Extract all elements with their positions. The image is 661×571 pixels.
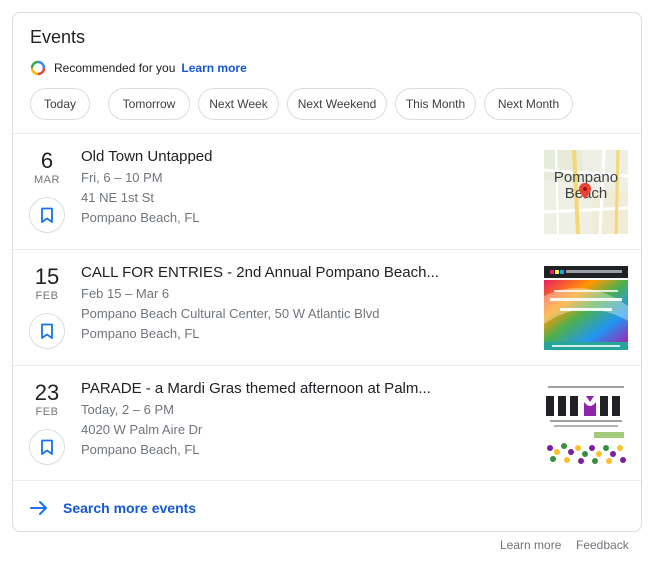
- event-month: FEB: [35, 406, 59, 418]
- event-item[interactable]: 15 FEB CALL FOR ENTRIES - 2nd Annual Pom…: [13, 250, 641, 365]
- event-address: Pompano Beach Cultural Center, 50 W Atla…: [81, 306, 380, 321]
- search-more-events-link[interactable]: Search more events: [29, 496, 196, 520]
- bookmark-icon: [41, 439, 53, 455]
- recommended-row: Recommended for you Learn more: [30, 59, 247, 77]
- event-map-thumbnail[interactable]: Pompano Beach: [544, 150, 628, 234]
- event-item[interactable]: 23 FEB PARADE - a Mardi Gras themed afte…: [13, 366, 641, 481]
- event-day: 6: [40, 148, 54, 173]
- event-address: 4020 W Palm Aire Dr: [81, 422, 203, 437]
- event-city: Pompano Beach, FL: [81, 210, 200, 225]
- footer-feedback-link[interactable]: Feedback: [576, 538, 629, 552]
- learn-more-link[interactable]: Learn more: [181, 61, 246, 75]
- map-image: Pompano Beach: [544, 150, 628, 234]
- event-poster-thumbnail[interactable]: [544, 266, 628, 350]
- event-month: FEB: [35, 290, 59, 302]
- bookmark-icon: [41, 207, 53, 223]
- poster-image: [544, 266, 628, 350]
- event-title[interactable]: CALL FOR ENTRIES - 2nd Annual Pompano Be…: [81, 264, 439, 281]
- card-title: Events: [30, 27, 86, 47]
- event-poster-thumbnail[interactable]: [544, 382, 628, 466]
- chip-next-week[interactable]: Next Week: [198, 88, 279, 120]
- chip-this-month[interactable]: This Month: [395, 88, 476, 120]
- chip-next-weekend[interactable]: Next Weekend: [287, 88, 387, 120]
- save-event-button[interactable]: [29, 313, 65, 349]
- chip-today[interactable]: Today: [30, 88, 90, 120]
- search-more-events-label: Search more events: [63, 500, 197, 516]
- save-event-button[interactable]: [29, 429, 65, 465]
- event-time: Feb 15 – Mar 6: [81, 286, 170, 301]
- event-day: 15: [34, 264, 60, 289]
- divider: [13, 480, 641, 481]
- save-event-button[interactable]: [29, 197, 65, 233]
- recommended-icon: [30, 60, 46, 76]
- chip-tomorrow[interactable]: Tomorrow: [108, 88, 190, 120]
- event-month: MAR: [34, 174, 60, 186]
- event-title[interactable]: Old Town Untapped: [81, 148, 212, 165]
- recommended-text: Recommended for you: [54, 61, 176, 75]
- event-item[interactable]: 6 MAR Old Town Untapped Fri, 6 – 10 PM 4…: [13, 134, 641, 249]
- event-day: 23: [34, 380, 60, 405]
- event-time: Fri, 6 – 10 PM: [81, 170, 163, 185]
- event-city: Pompano Beach, FL: [81, 326, 200, 341]
- event-city: Pompano Beach, FL: [81, 442, 200, 457]
- event-title[interactable]: PARADE - a Mardi Gras themed afternoon a…: [81, 380, 431, 397]
- arrow-right-icon: [30, 501, 47, 515]
- event-time: Today, 2 – 6 PM: [81, 402, 174, 417]
- chip-next-month[interactable]: Next Month: [484, 88, 573, 120]
- event-address: 41 NE 1st St: [81, 190, 154, 205]
- events-card: Events Recommended for you Learn more To…: [12, 12, 642, 532]
- bookmark-icon: [41, 323, 53, 339]
- footer-learn-more-link[interactable]: Learn more: [500, 538, 561, 552]
- poster-image: [544, 382, 628, 466]
